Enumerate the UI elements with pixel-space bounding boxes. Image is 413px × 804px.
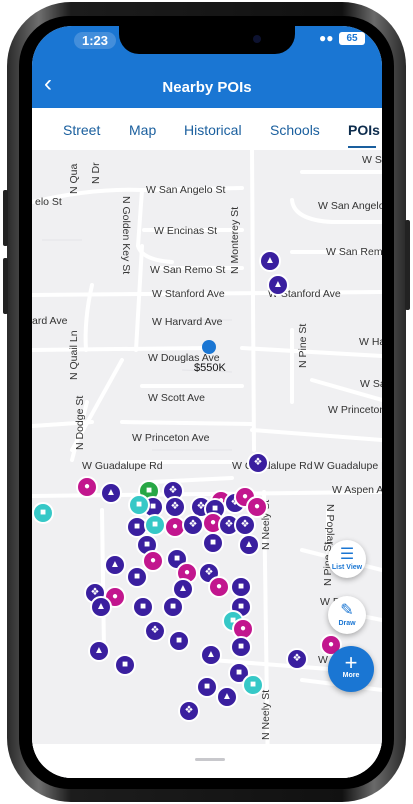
poi-marker[interactable]: ❖ xyxy=(178,700,200,722)
notch xyxy=(119,26,295,54)
poi-marker[interactable]: ■ xyxy=(230,636,252,658)
poi-marker[interactable]: ▲ xyxy=(90,596,112,618)
battery-icon: 65 xyxy=(339,32,365,45)
poi-marker[interactable]: ● xyxy=(76,476,98,498)
street-label: W Guadalupe Rd xyxy=(82,460,163,472)
street-label: N Monterey St xyxy=(229,206,241,274)
wifi-icon: ●● xyxy=(319,31,334,45)
more-button[interactable]: + More xyxy=(328,646,374,692)
street-label: ard Ave xyxy=(32,315,68,327)
poi-marker[interactable]: ❖ xyxy=(234,514,256,536)
poi-marker[interactable]: ● xyxy=(142,550,164,572)
poi-marker[interactable]: ❖ xyxy=(164,496,186,518)
street-label: N Poplar xyxy=(324,504,336,545)
tab-pois[interactable]: POIs xyxy=(348,122,380,138)
street-label: N Golden Key St xyxy=(120,196,132,275)
street-label: W Harvard Ave xyxy=(152,316,223,328)
street-label: W San Remo St xyxy=(150,264,226,276)
list-icon: ☰ xyxy=(339,546,355,563)
bottom-sheet-handle-area[interactable] xyxy=(32,744,382,778)
poi-marker[interactable]: ▲ xyxy=(267,274,289,296)
volume-down-button xyxy=(3,258,8,314)
property-price-label: $550K xyxy=(194,362,226,374)
tab-active-indicator xyxy=(348,146,376,148)
poi-marker[interactable]: ❖ xyxy=(144,620,166,642)
street-label: N Qua xyxy=(68,163,80,194)
poi-marker[interactable]: ■ xyxy=(202,532,224,554)
tab-historical[interactable]: Historical xyxy=(184,122,242,138)
poi-marker[interactable]: ▲ xyxy=(200,644,222,666)
street-label: W Princeton Ave xyxy=(328,404,382,416)
poi-marker[interactable]: ▲ xyxy=(238,534,260,556)
poi-marker[interactable]: ■ xyxy=(126,566,148,588)
street-label: N Dr xyxy=(90,162,102,184)
poi-marker[interactable]: ■ xyxy=(242,674,264,696)
street-label: W S xyxy=(362,154,382,166)
app-screen: 1:23 ●● 65 ‹ Nearby POIs Street Map Hist… xyxy=(32,26,382,778)
street-label: N Pine St xyxy=(297,323,309,368)
plus-icon: + xyxy=(344,650,358,675)
poi-marker[interactable]: ■ xyxy=(196,676,218,698)
poi-marker[interactable]: ■ xyxy=(230,576,252,598)
draw-button[interactable]: ✎ Draw xyxy=(328,596,366,634)
tab-bar: Street Map Historical Schools POIs xyxy=(32,108,382,150)
street-label: N Neely St xyxy=(260,689,272,740)
street-label: elo St xyxy=(35,196,62,208)
tab-map[interactable]: Map xyxy=(129,122,156,138)
street-label: W Encinas St xyxy=(154,225,218,237)
poi-marker[interactable]: ❖ xyxy=(247,452,269,474)
poi-marker[interactable]: ▲ xyxy=(88,640,110,662)
poi-marker[interactable]: ■ xyxy=(132,596,154,618)
poi-marker[interactable]: ■ xyxy=(168,630,190,652)
status-time: 1:23 xyxy=(74,32,117,49)
pencil-icon: ✎ xyxy=(340,602,354,619)
power-button xyxy=(405,220,410,310)
home-indicator xyxy=(195,758,225,761)
street-label: N Dodge St xyxy=(74,395,86,450)
app-header: ‹ Nearby POIs xyxy=(32,66,382,108)
poi-marker[interactable]: ❖ xyxy=(286,648,308,670)
poi-marker[interactable]: ▲ xyxy=(216,686,238,708)
poi-marker[interactable]: ▲ xyxy=(104,554,126,576)
street-label: W Princeton Ave xyxy=(132,432,210,444)
street-label: W Sa xyxy=(360,378,382,390)
list-view-button[interactable]: ☰ List View xyxy=(328,540,366,578)
street-label: W Ha xyxy=(359,336,382,348)
poi-marker[interactable]: ❖ xyxy=(182,514,204,536)
street-label: W San Remo xyxy=(326,246,382,258)
street-label: N Quail Ln xyxy=(68,330,80,380)
poi-marker[interactable]: ■ xyxy=(162,596,184,618)
poi-marker[interactable]: ▲ xyxy=(259,250,281,272)
poi-marker[interactable]: ■ xyxy=(114,654,136,676)
front-camera xyxy=(253,35,261,43)
street-label: W Stanford Ave xyxy=(152,288,225,300)
poi-marker[interactable]: ■ xyxy=(32,502,54,524)
poi-marker[interactable]: ● xyxy=(208,576,230,598)
street-label: W Aspen A xyxy=(332,484,382,496)
map-view[interactable]: N Qua N Dr elo St W S W San Angelo St W … xyxy=(32,150,382,778)
poi-marker[interactable]: ▲ xyxy=(100,482,122,504)
volume-up-button xyxy=(3,190,8,246)
page-title: Nearby POIs xyxy=(162,79,252,96)
street-label: W Guadalupe R xyxy=(314,460,382,472)
location-dot[interactable] xyxy=(202,340,216,354)
poi-marker[interactable]: ■ xyxy=(128,494,150,516)
street-label: W San Angelo xyxy=(318,200,382,212)
poi-marker[interactable]: ■ xyxy=(144,514,166,536)
street-label: W Guadalupe Rd xyxy=(232,460,313,472)
status-bar: 1:23 ●● 65 xyxy=(32,26,382,66)
street-label: W Scott Ave xyxy=(148,392,205,404)
tab-schools[interactable]: Schools xyxy=(270,122,320,138)
tab-street[interactable]: Street xyxy=(63,122,100,138)
street-label: W San Angelo St xyxy=(146,184,226,196)
